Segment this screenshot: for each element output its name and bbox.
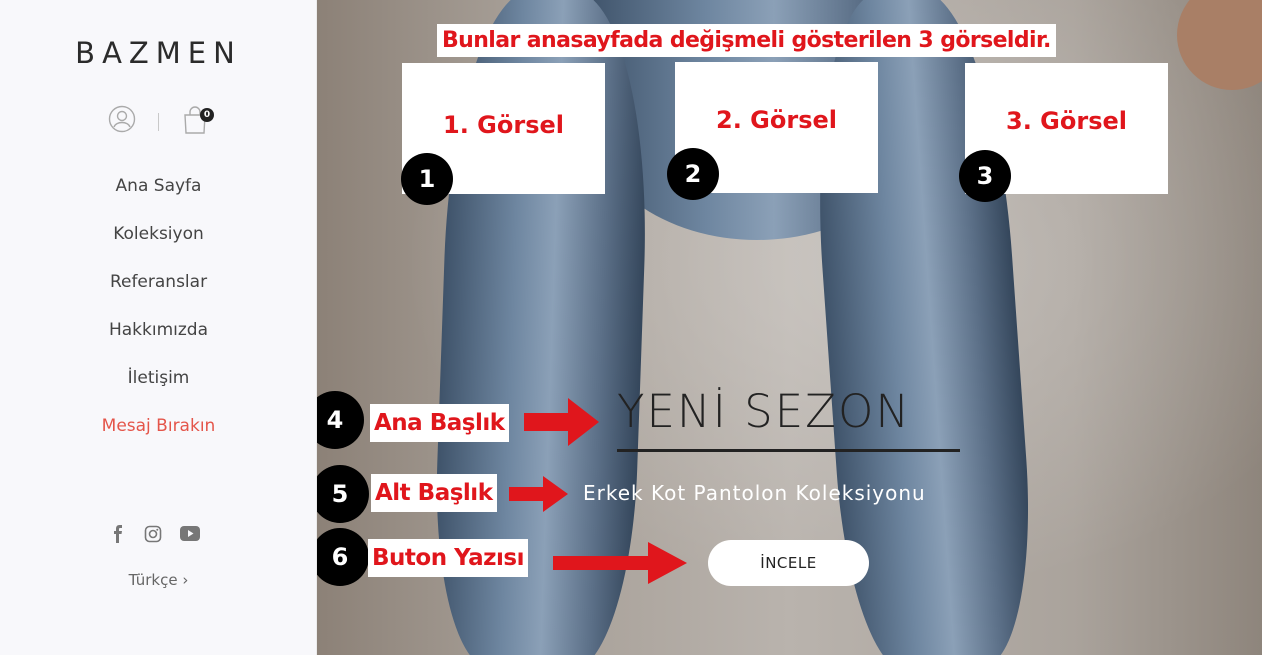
brand-logo[interactable]: BAZMEN xyxy=(0,36,317,70)
annotation-tag-ana-baslik: Ana Başlık xyxy=(370,404,509,442)
icon-divider xyxy=(158,113,159,131)
instagram-icon[interactable] xyxy=(144,525,162,547)
sidebar: BAZMEN 0 Ana Sayfa Koleksiyon Referansla… xyxy=(0,0,317,655)
header-icons: 0 xyxy=(108,103,218,139)
cart-count-badge: 0 xyxy=(200,108,214,122)
main-menu: Ana Sayfa Koleksiyon Referanslar Hakkımı… xyxy=(0,170,317,458)
facebook-icon[interactable] xyxy=(112,525,124,547)
hero-photo-hand xyxy=(1177,0,1262,90)
menu-item-iletisim[interactable]: İletişim xyxy=(0,362,317,410)
annotation-number-6: 6 xyxy=(317,528,369,586)
annotation-title: Bunlar anasayfada değişmeli gösterilen 3… xyxy=(437,24,1056,57)
annotation-box-label: 1. Görsel xyxy=(443,111,564,139)
menu-item-ana-sayfa[interactable]: Ana Sayfa xyxy=(0,170,317,218)
annotation-number-1: 1 xyxy=(401,153,453,205)
menu-item-hakkimizda[interactable]: Hakkımızda xyxy=(0,314,317,362)
hero-banner: Bunlar anasayfada değişmeli gösterilen 3… xyxy=(317,0,1262,655)
language-selector[interactable]: Türkçe › xyxy=(0,571,317,589)
arrow-right-icon xyxy=(524,398,599,446)
incele-button[interactable]: İNCELE xyxy=(708,540,869,586)
annotation-box-label: 2. Görsel xyxy=(716,106,837,134)
annotation-tag-buton-yazisi: Buton Yazısı xyxy=(368,539,528,577)
arrow-right-icon xyxy=(509,476,568,512)
hero-subheadline: Erkek Kot Pantolon Koleksiyonu xyxy=(583,481,926,505)
youtube-icon[interactable] xyxy=(180,526,200,545)
headline-underline xyxy=(617,449,960,452)
annotation-number-5: 5 xyxy=(317,465,369,523)
annotation-box-label: 3. Görsel xyxy=(1006,107,1127,135)
annotation-number-3: 3 xyxy=(959,150,1011,202)
annotation-tag-alt-baslik: Alt Başlık xyxy=(371,474,497,512)
social-links xyxy=(108,525,204,547)
annotation-number-4: 4 xyxy=(317,391,364,449)
user-icon[interactable] xyxy=(108,105,136,133)
arrow-right-icon xyxy=(553,542,687,584)
menu-item-referanslar[interactable]: Referanslar xyxy=(0,266,317,314)
menu-item-koleksiyon[interactable]: Koleksiyon xyxy=(0,218,317,266)
menu-item-mesaj-birakin[interactable]: Mesaj Bırakın xyxy=(0,410,317,458)
hero-headline: YENİ SEZON xyxy=(617,385,912,438)
annotation-number-2: 2 xyxy=(667,148,719,200)
